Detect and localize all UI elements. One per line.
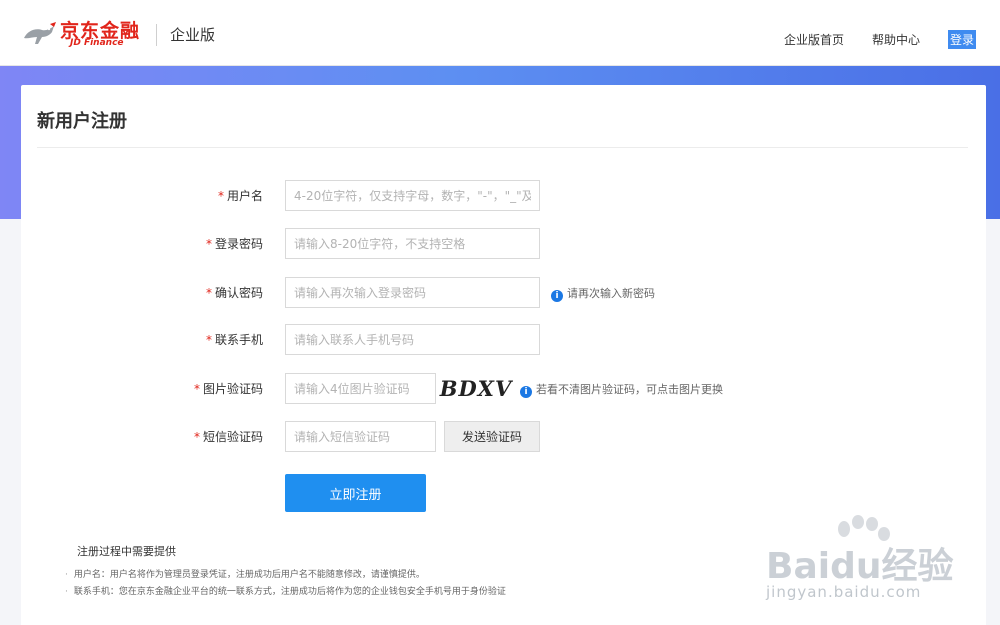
confirm-password-label-text: 确认密码	[214, 286, 263, 300]
edition-label: 企业版	[170, 26, 216, 44]
required-mark: *	[193, 430, 200, 444]
sms-code-label: * 短信验证码	[21, 428, 263, 445]
jd-dog-logo-icon	[24, 22, 56, 44]
sms-code-label-text: 短信验证码	[202, 430, 263, 444]
image-captcha-label-text: 图片验证码	[202, 382, 263, 396]
password-input[interactable]	[285, 228, 540, 259]
notes-list: 用户名：用户名将作为管理员登录凭证，注册成功后用户名不能随意修改，请谨慎提供。 …	[65, 567, 506, 601]
watermark-brand: Baidu经验	[766, 546, 954, 587]
password-label: * 登录密码	[21, 235, 263, 252]
list-item: 用户名：用户名将作为管理员登录凭证，注册成功后用户名不能随意修改，请谨慎提供。	[65, 567, 506, 584]
logo-english-text: JD Finance	[70, 38, 124, 48]
image-captcha-label: * 图片验证码	[21, 380, 263, 397]
nav-enterprise-home-link[interactable]: 企业版首页	[784, 31, 844, 48]
sms-code-input[interactable]	[285, 421, 436, 452]
baidu-jingyan-watermark: Baidu经验 jingyan.baidu.com	[760, 515, 960, 615]
send-sms-code-button[interactable]: 发送验证码	[444, 421, 540, 452]
required-mark: *	[205, 333, 212, 347]
notes-title: 注册过程中需要提供	[77, 545, 176, 558]
confirm-password-input[interactable]	[285, 277, 540, 308]
logo-divider	[156, 24, 157, 46]
required-mark: *	[193, 382, 200, 396]
password-label-text: 登录密码	[214, 237, 263, 251]
nav-login-link[interactable]: 登录	[947, 30, 976, 49]
captcha-hint: i 若看不清图片验证码，可点击图片更换	[520, 381, 723, 398]
phone-input[interactable]	[285, 324, 540, 355]
info-icon: i	[520, 386, 532, 398]
header-nav: 企业版首页 帮助中心 登录	[756, 30, 976, 49]
top-navbar: 京东金融 JD Finance 企业版 企业版首页 帮助中心 登录	[0, 0, 1000, 66]
registration-notes: 注册过程中需要提供 用户名：用户名将作为管理员登录凭证，注册成功后用户名不能随意…	[65, 543, 506, 601]
list-item: 联系手机：您在京东金融企业平台的统一联系方式，注册成功后将作为您的企业钱包安全手…	[65, 584, 506, 601]
username-label: * 用户名	[21, 187, 263, 204]
nav-help-center-link[interactable]: 帮助中心	[872, 31, 920, 48]
watermark-site: jingyan.baidu.com	[766, 583, 922, 601]
confirm-password-hint: i 请再次输入新密码	[551, 285, 655, 302]
info-icon: i	[551, 290, 563, 302]
confirm-password-label: * 确认密码	[21, 284, 263, 301]
confirm-password-hint-text: 请再次输入新密码	[567, 287, 655, 300]
required-mark: *	[205, 237, 212, 251]
title-divider	[37, 147, 968, 148]
image-captcha-input[interactable]	[285, 373, 436, 404]
phone-label-text: 联系手机	[214, 333, 263, 347]
captcha-hint-text: 若看不清图片验证码，可点击图片更换	[536, 383, 723, 396]
captcha-image[interactable]: BDXV	[440, 373, 512, 404]
phone-label: * 联系手机	[21, 331, 263, 348]
username-input[interactable]	[285, 180, 540, 211]
page-title: 新用户注册	[37, 111, 127, 132]
required-mark: *	[217, 189, 224, 203]
required-mark: *	[205, 286, 212, 300]
username-label-text: 用户名	[226, 189, 263, 203]
register-submit-button[interactable]: 立即注册	[285, 474, 426, 512]
